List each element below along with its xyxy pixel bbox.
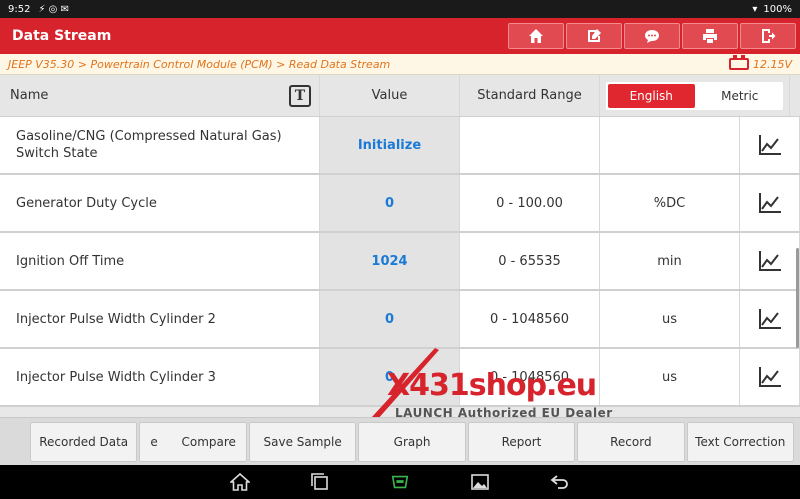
row-unit: us	[600, 291, 740, 347]
line-chart-icon	[758, 135, 781, 155]
data-stream-table: Name T Value Standard Range English Metr…	[0, 75, 800, 417]
battery-level: 100%	[763, 3, 792, 15]
home-icon	[529, 29, 543, 43]
record-button[interactable]: Record	[577, 421, 685, 462]
row-value: Initialize	[320, 117, 460, 173]
table-row: Injector Pulse Width Cylinder 3 0 0 - 10…	[0, 349, 800, 407]
nav-gallery-button[interactable]	[440, 473, 520, 491]
compare-button[interactable]: e Compare	[139, 421, 247, 462]
row-range: 0 - 1048560	[460, 291, 600, 347]
report-button[interactable]: Report	[467, 421, 576, 462]
app-header: Data Stream	[0, 18, 800, 54]
row-graph-button[interactable]	[740, 233, 800, 289]
voltage-indicator: 12.15V	[728, 55, 792, 71]
table-row: Gasoline/CNG (Compressed Natural Gas) Sw…	[0, 117, 800, 175]
unit-toggle: English Metric	[600, 75, 790, 116]
row-name: Generator Duty Cycle	[0, 175, 320, 231]
save-sample-button[interactable]: Save Sample	[248, 421, 357, 462]
clock: 9:52	[8, 3, 31, 15]
text-correction-button[interactable]: Text Correction	[686, 421, 794, 462]
voltage-value: 12.15V	[752, 57, 792, 71]
nav-vci-button[interactable]	[360, 473, 440, 491]
edit-button[interactable]	[566, 23, 622, 49]
message-icon	[645, 30, 659, 43]
line-chart-icon	[758, 251, 781, 271]
table-row: Generator Duty Cycle 0 0 - 100.00 %DC	[0, 175, 800, 233]
gallery-icon	[471, 474, 489, 490]
row-graph-button[interactable]	[740, 349, 800, 405]
row-range: 0 - 1048560	[460, 349, 600, 405]
row-value: 0	[320, 175, 460, 231]
text-size-icon[interactable]: T	[289, 84, 311, 107]
unit-toggle-group: English Metric	[606, 81, 784, 110]
line-chart-icon	[758, 309, 781, 329]
table-row: Ignition Off Time 1024 0 - 65535 min	[0, 233, 800, 291]
compare-prefix: e	[150, 434, 158, 449]
recents-icon	[311, 473, 328, 490]
row-unit	[600, 117, 740, 173]
row-graph-button[interactable]	[740, 175, 800, 231]
row-value: 0	[320, 349, 460, 405]
breadcrumb-bar: JEEP V35.30 > Powertrain Control Module …	[0, 54, 800, 75]
edit-icon	[588, 29, 601, 42]
page-title: Data Stream	[12, 28, 112, 44]
print-icon	[703, 29, 717, 43]
row-name: Injector Pulse Width Cylinder 3	[0, 349, 320, 405]
table-row: Injector Pulse Width Cylinder 2 0 0 - 10…	[0, 291, 800, 349]
header-value: Value	[320, 75, 460, 116]
graph-button[interactable]: Graph	[358, 421, 466, 462]
wifi-icon: ▾	[752, 3, 758, 15]
compare-label: Compare	[181, 434, 236, 449]
row-value: 0	[320, 291, 460, 347]
system-nav-bar	[0, 465, 800, 499]
line-chart-icon	[758, 367, 781, 387]
nav-recents-button[interactable]	[280, 473, 360, 491]
message-button[interactable]	[624, 23, 680, 49]
nav-home-button[interactable]	[200, 473, 280, 491]
print-button[interactable]	[682, 23, 738, 49]
home-icon	[230, 473, 250, 491]
recorded-data-button[interactable]: Recorded Data	[30, 421, 138, 462]
row-range: 0 - 100.00	[460, 175, 600, 231]
header-range: Standard Range	[460, 75, 600, 116]
table-scrollbar[interactable]	[796, 248, 799, 348]
status-bar: 9:52 ⚡ ◎ ✉ ▾ 100%	[0, 0, 800, 18]
row-name: Ignition Off Time	[0, 233, 320, 289]
line-chart-icon	[758, 193, 781, 213]
exit-button[interactable]	[740, 23, 796, 49]
header-toolbar	[508, 18, 800, 54]
row-graph-button[interactable]	[740, 117, 800, 173]
row-unit: min	[600, 233, 740, 289]
home-button[interactable]	[508, 23, 564, 49]
table-header: Name T Value Standard Range English Metr…	[0, 75, 800, 117]
row-name: Gasoline/CNG (Compressed Natural Gas) Sw…	[0, 117, 320, 173]
exit-icon	[762, 29, 776, 43]
nav-back-button[interactable]	[520, 473, 600, 491]
header-name-label: Name	[10, 88, 49, 103]
row-range	[460, 117, 600, 173]
unit-metric-option[interactable]: Metric	[697, 82, 784, 110]
breadcrumb: JEEP V35.30 > Powertrain Control Module …	[8, 57, 391, 71]
row-unit: us	[600, 349, 740, 405]
unit-english-option[interactable]: English	[608, 83, 695, 108]
notification-icons: ⚡ ◎ ✉	[38, 3, 69, 15]
vci-connector-icon	[391, 475, 409, 489]
row-range: 0 - 65535	[460, 233, 600, 289]
back-icon	[550, 475, 568, 489]
row-name: Injector Pulse Width Cylinder 2	[0, 291, 320, 347]
row-unit: %DC	[600, 175, 740, 231]
row-graph-button[interactable]	[740, 291, 800, 347]
action-bar: Recorded Data e Compare Save Sample Grap…	[0, 417, 800, 465]
row-value: 1024	[320, 233, 460, 289]
header-name: Name T	[0, 75, 320, 116]
car-battery-icon	[728, 55, 749, 70]
